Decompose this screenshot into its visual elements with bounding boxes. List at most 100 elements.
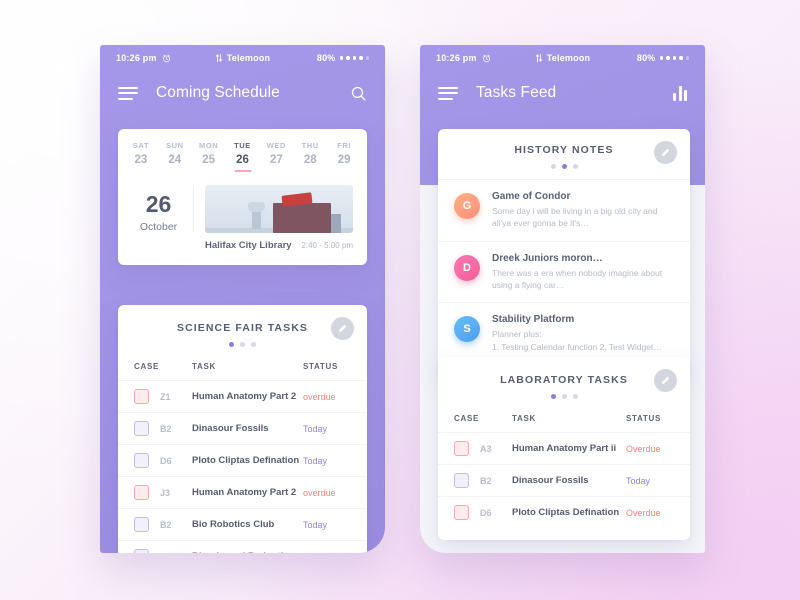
status-badge: Overdue [626, 443, 661, 454]
day-cell[interactable]: SAT 23 [124, 141, 158, 172]
table-row[interactable]: B2 Dinasour Fossils Today [118, 412, 367, 444]
status-time: 10:26 pm [116, 53, 157, 63]
table-row[interactable]: J3 Human Anatomy Part 2 overdue [118, 476, 367, 508]
table-row[interactable]: A3 Human Anatomy Part ii Overdue [438, 432, 690, 464]
status-badge: Today [303, 552, 351, 554]
schedule-card: SAT 23 SUN 24 MON 25 TUE 26 WED 27 THU 2… [118, 129, 367, 265]
column-header-case: CASE [454, 414, 480, 423]
task-name: Bio Robotics Club [192, 519, 275, 530]
search-icon [351, 86, 366, 101]
alarm-clock-icon [482, 54, 490, 62]
status-badge: Today [626, 475, 651, 486]
task-checkbox[interactable] [134, 421, 149, 436]
day-cell[interactable]: SUN 24 [158, 141, 192, 172]
column-header-status: STATUS [626, 414, 662, 423]
phone-screen-coming-schedule: 10:26 pm Telemoon 80% Coming Schedule SA… [100, 45, 385, 553]
search-button[interactable] [350, 85, 367, 102]
case-id: B2 [480, 475, 492, 486]
table-row[interactable]: Z1 Human Anatomy Part 2 overdue [118, 380, 367, 412]
data-sync-icon [215, 53, 222, 63]
task-name: Human Anatomy Part 2 [192, 391, 297, 402]
task-checkbox[interactable] [134, 389, 149, 404]
case-cell: D6 [454, 505, 512, 520]
case-id: B2 [160, 423, 172, 434]
day-of-week: WED [266, 141, 287, 150]
status-bar-left: 10:26 pm Telemoon 80% [100, 45, 385, 71]
edit-button[interactable] [654, 369, 677, 392]
card-title: LABORATORY TASKS [500, 374, 628, 386]
day-cell[interactable]: WED 27 [259, 141, 293, 172]
status-badge: Today [303, 423, 328, 434]
table-row[interactable]: B2 Dinasour Fossils Today [438, 464, 690, 496]
status-time-group: 10:26 pm [436, 53, 491, 63]
table-header: CASE TASK STATUS [438, 399, 690, 432]
pager-dots[interactable] [452, 164, 676, 169]
day-cell-selected[interactable]: TUE 26 [226, 141, 260, 172]
note-title: Game of Condor [492, 191, 571, 202]
phone-screen-tasks-feed: 10:26 pm Telemoon 80% Tasks Feed HISTORY… [420, 45, 705, 553]
day-number: 28 [303, 154, 317, 166]
event-month: October [139, 221, 178, 233]
day-cell[interactable]: THU 28 [293, 141, 327, 172]
status-carrier: Telemoon [546, 53, 591, 63]
hamburger-menu-icon[interactable] [118, 86, 138, 100]
day-cell[interactable]: MON 25 [192, 141, 226, 172]
task-name: Dinasour Fossils [512, 475, 589, 486]
table-row[interactable]: D6 Ploto Cliptas Defination Today [118, 444, 367, 476]
case-id: D6 [160, 455, 172, 466]
task-checkbox[interactable] [134, 549, 149, 553]
pencil-edit-icon [338, 324, 347, 332]
bar-chart-icon [673, 85, 687, 101]
task-name: Ploto Cliptas Defination [512, 507, 620, 518]
note-title: Stability Platform [492, 314, 575, 326]
pager-dots[interactable] [452, 394, 676, 399]
case-cell: Z1 [134, 389, 192, 404]
task-checkbox[interactable] [134, 485, 149, 500]
task-checkbox[interactable] [134, 517, 149, 532]
table-row[interactable]: B2 Bio Robotics Club Today [118, 508, 367, 540]
column-header-status: STATUS [303, 362, 339, 371]
case-id: J3 [160, 487, 171, 498]
task-name: Human Anatomy Part 2 [192, 487, 297, 498]
status-carrier: Telemoon [226, 53, 271, 63]
day-cell[interactable]: FRI 29 [327, 141, 361, 172]
list-item[interactable]: S Stability Platform Planner plus: 1. Te… [438, 302, 690, 364]
day-of-week: MON [198, 141, 219, 150]
list-item[interactable]: G Game of Condor Some day i will be livi… [438, 179, 690, 241]
edit-button[interactable] [331, 317, 354, 340]
status-bar-right: 10:26 pm Telemoon 80% [420, 45, 705, 71]
event-entry[interactable]: 26 October Halifax City Library 2:40 - 5… [118, 181, 367, 265]
data-sync-icon [535, 53, 542, 63]
status-battery-percent: 80% [636, 53, 656, 63]
hamburger-menu-icon[interactable] [438, 86, 458, 100]
task-checkbox[interactable] [454, 441, 469, 456]
day-of-week: SAT [132, 141, 150, 150]
card-title: SCIENCE FAIR TASKS [176, 322, 309, 334]
week-day-strip: SAT 23 SUN 24 MON 25 TUE 26 WED 27 THU 2… [118, 129, 367, 181]
event-detail: Halifax City Library 2:40 - 5:00 pm [194, 185, 353, 251]
list-item[interactable]: D Dreek Juniors moron… There was a era w… [438, 240, 690, 303]
case-cell: B2 [134, 517, 192, 532]
avatar: S [454, 316, 480, 343]
note-body: Dreek Juniors moron… There was a era whe… [480, 253, 674, 292]
task-checkbox[interactable] [454, 505, 469, 520]
table-row[interactable]: D6 Ploto Cliptas Defination Overdue [438, 496, 690, 528]
day-of-week: SUN [165, 141, 184, 150]
table-header: CASE TASK STATUS [118, 347, 367, 380]
page-title: Coming Schedule [156, 84, 280, 101]
day-number: 23 [134, 154, 148, 166]
edit-button[interactable] [654, 141, 677, 164]
pager-dots[interactable] [132, 342, 353, 347]
task-checkbox[interactable] [134, 453, 149, 468]
pencil-edit-icon [661, 376, 670, 384]
status-battery-group: 80% [317, 53, 369, 63]
status-battery-percent: 80% [316, 53, 336, 63]
case-id: B2 [160, 519, 172, 530]
note-body: Game of Condor Some day i will be living… [480, 191, 674, 230]
avatar: G [454, 193, 480, 219]
table-row[interactable]: D2 Blood vasel Reduptions Today [118, 540, 367, 553]
status-badge: overdue [303, 391, 336, 402]
card-header: HISTORY NOTES [438, 129, 690, 169]
stats-button[interactable] [673, 85, 687, 101]
task-checkbox[interactable] [454, 473, 469, 488]
